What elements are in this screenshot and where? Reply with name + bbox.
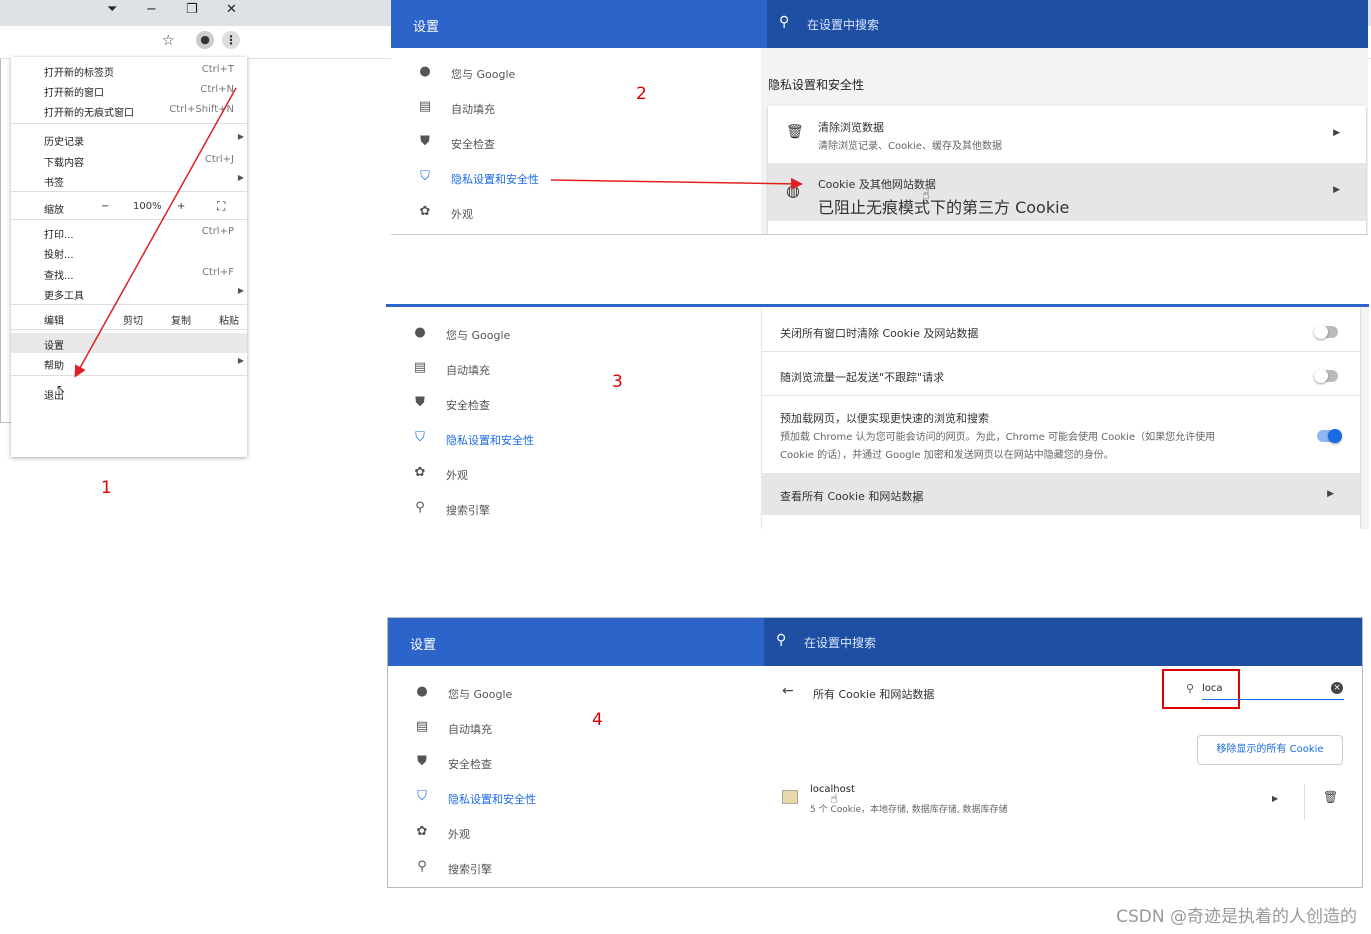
hand-cursor-icon: ☝ <box>830 792 838 807</box>
arrow-to-settings <box>74 87 237 378</box>
arrow-to-cookies <box>550 177 803 190</box>
mouse-cursor-icon: ↖ <box>56 382 67 396</box>
watermark: CSDN @奇迹是执着的人创造的 <box>1116 907 1357 927</box>
annotation-arrows <box>74 87 803 378</box>
hand-cursor-icon: ☝ <box>912 492 920 507</box>
hand-cursor-icon: ☝ <box>922 188 930 203</box>
